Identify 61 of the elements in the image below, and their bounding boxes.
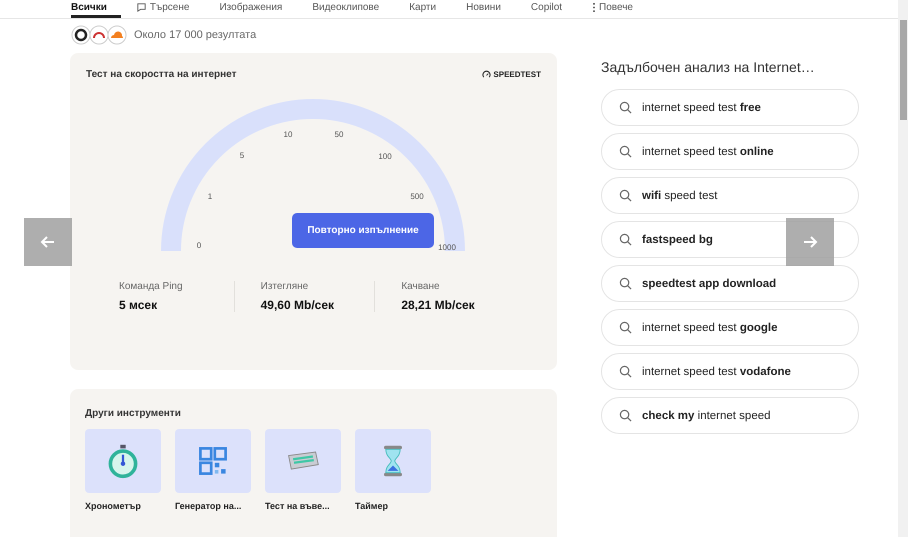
search-icon (619, 101, 632, 114)
search-suggestion[interactable]: check my internet speed (601, 397, 859, 434)
stat-label: Команда Ping (119, 281, 184, 292)
nav-tab[interactable]: Всички (71, 0, 121, 18)
gauge-tick-label: 10 (284, 130, 292, 139)
gauge-tick-label: 500 (410, 192, 424, 201)
right-arrow-icon (802, 234, 818, 250)
gauge-logo-icon (71, 25, 91, 45)
nav-tab[interactable]: Новини (451, 0, 516, 18)
stat-value: 28,21 Mb/сек (401, 298, 476, 312)
search-icon (619, 409, 632, 422)
gauge-tick-label: 1000 (438, 243, 456, 252)
nav-tab[interactable]: Copilot (516, 0, 578, 18)
search-icon (619, 233, 632, 246)
search-suggestion[interactable]: internet speed test vodafone (601, 353, 859, 390)
rerun-button[interactable]: Повторно изпълнение (292, 213, 434, 248)
gauge-tick-label: 50 (334, 130, 344, 139)
stat-value: 49,60 Mb/сек (260, 298, 336, 312)
search-suggestion[interactable]: internet speed test free (601, 89, 859, 126)
scrollbar-thumb[interactable] (900, 20, 907, 120)
stat-label: Качване (401, 281, 441, 292)
left-arrow-icon (40, 234, 56, 250)
nav-tab[interactable]: Изображения (204, 0, 298, 18)
gauge-icon (482, 70, 492, 79)
speedometer-logo-icon (89, 25, 109, 45)
brand-name: SPEEDTEST (493, 70, 541, 79)
tool-tile[interactable] (265, 429, 341, 493)
nav-tab[interactable]: Видеоклипове (297, 0, 394, 18)
card-title: Тест на скоростта на интернет (86, 69, 236, 80)
tool-label[interactable]: Хронометър (85, 501, 161, 511)
gauge-tick-label: 0 (196, 241, 202, 250)
stat-value: 5 мсек (119, 298, 158, 312)
search-icon (619, 189, 632, 202)
gauge-tick-label: 1 (208, 192, 212, 201)
search-icon (619, 321, 632, 334)
tool-tile[interactable] (175, 429, 251, 493)
search-icon (619, 145, 632, 158)
gauge-tick-label: 5 (240, 151, 244, 160)
more-icon (592, 2, 596, 12)
tool-tile[interactable] (355, 429, 431, 493)
search-suggestion[interactable]: internet speed test google (601, 309, 859, 346)
tool-label[interactable]: Таймер (355, 501, 431, 511)
search-suggestion[interactable]: wifi speed test (601, 177, 859, 214)
gauge-tick-label: 100 (378, 152, 392, 161)
tool-label[interactable]: Тест на въве... (265, 501, 341, 511)
nav-tab[interactable]: Повече (577, 0, 648, 18)
nav-tab[interactable]: Карти (394, 0, 452, 18)
tool-tile[interactable] (85, 429, 161, 493)
previous-button[interactable] (24, 218, 72, 266)
section-title: Задълбочен анализ на Internet… (601, 59, 816, 75)
chat-icon (136, 2, 147, 12)
nav-tab[interactable]: Търсене (120, 0, 204, 18)
cloud-logo-icon (107, 25, 127, 45)
tool-label[interactable]: Генератор на... (175, 501, 251, 511)
search-icon (619, 365, 632, 378)
search-icon (619, 277, 632, 290)
next-button[interactable] (786, 218, 834, 266)
stat-label: Изтегляне (260, 281, 310, 292)
results-count: Около 17 000 резултата (134, 29, 256, 41)
search-suggestion[interactable]: internet speed test online (601, 133, 859, 170)
card-title: Други инструменти (85, 408, 181, 419)
